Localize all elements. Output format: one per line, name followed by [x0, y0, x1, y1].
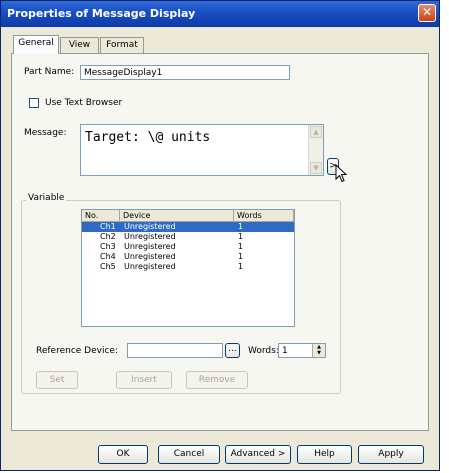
advanced-label: Advanced >	[230, 449, 286, 459]
spin-down-icon[interactable]: ▼	[312, 350, 325, 357]
tab-format-label: Format	[106, 40, 138, 50]
advanced-button[interactable]: Advanced >	[225, 445, 291, 464]
row-device: Unregistered	[124, 232, 176, 241]
set-button[interactable]: Set	[36, 371, 78, 389]
message-scrollbar[interactable]: ▲ ▼	[308, 125, 323, 175]
help-button[interactable]: Help	[297, 445, 352, 464]
table-row[interactable]: Ch1 Unregistered 1	[82, 222, 294, 232]
words-value: 1	[282, 346, 288, 356]
row-words: 1	[238, 242, 244, 251]
insert-label: Insert	[131, 375, 157, 385]
set-label: Set	[49, 375, 65, 385]
row-no: Ch4	[100, 252, 116, 261]
table-row[interactable]: Ch4 Unregistered 1	[82, 252, 294, 262]
apply-label: Apply	[378, 449, 404, 459]
browse-label: ...	[228, 344, 237, 354]
use-text-browser-checkbox[interactable]	[29, 98, 39, 108]
mouse-cursor-icon	[335, 164, 348, 183]
tab-format[interactable]: Format	[100, 37, 144, 53]
use-text-browser-label: Use Text Browser	[45, 98, 123, 108]
row-no: Ch5	[100, 262, 116, 271]
message-textarea[interactable]: Target: \@ units ▲ ▼	[80, 124, 324, 176]
table-row[interactable]: Ch3 Unregistered 1	[82, 242, 294, 252]
tab-panel-general: Part Name: MessageDisplay1 Use Text Brow…	[11, 53, 429, 431]
row-words: 1	[238, 232, 244, 241]
tab-general[interactable]: General	[13, 35, 59, 54]
ok-label: OK	[116, 449, 130, 459]
reference-device-input[interactable]	[127, 343, 223, 358]
variable-list[interactable]: No. Device Words Ch1 Unregistered 1 Ch2 …	[81, 209, 295, 327]
tab-view[interactable]: View	[60, 37, 99, 53]
part-name-input[interactable]: MessageDisplay1	[80, 65, 290, 80]
window-title: Properties of Message Display	[7, 7, 196, 20]
title-bar[interactable]: Properties of Message Display ✕	[1, 1, 439, 27]
browse-button[interactable]: ...	[225, 343, 240, 358]
column-header-device[interactable]: Device	[120, 210, 234, 222]
row-device: Unregistered	[124, 222, 176, 231]
table-row[interactable]: Ch2 Unregistered 1	[82, 232, 294, 242]
column-header-words[interactable]: Words	[234, 210, 294, 222]
row-words: 1	[238, 222, 244, 231]
close-button[interactable]: ✕	[418, 4, 436, 22]
tab-view-label: View	[68, 40, 91, 50]
close-icon: ✕	[421, 5, 433, 19]
remove-button[interactable]: Remove	[186, 371, 248, 389]
scroll-down-icon[interactable]: ▼	[310, 162, 322, 174]
part-name-value: MessageDisplay1	[84, 68, 163, 78]
row-device: Unregistered	[124, 252, 176, 261]
scroll-up-icon[interactable]: ▲	[310, 126, 322, 138]
words-label: Words:	[248, 346, 279, 356]
part-name-label: Part Name:	[24, 67, 75, 77]
row-words: 1	[238, 252, 244, 261]
cancel-button[interactable]: Cancel	[158, 445, 220, 464]
message-label: Message:	[24, 128, 67, 138]
message-value: Target: \@ units	[85, 130, 211, 145]
variable-group-label: Variable	[26, 193, 67, 203]
apply-button[interactable]: Apply	[358, 445, 424, 464]
row-words: 1	[238, 262, 244, 271]
reference-device-label: Reference Device:	[36, 346, 118, 356]
properties-dialog: Properties of Message Display ✕ General …	[0, 0, 440, 471]
column-header-no[interactable]: No.	[82, 210, 120, 222]
remove-label: Remove	[198, 375, 236, 385]
row-no: Ch3	[100, 242, 116, 251]
row-no: Ch2	[100, 232, 116, 241]
help-label: Help	[314, 449, 335, 459]
cancel-label: Cancel	[173, 449, 205, 459]
row-device: Unregistered	[124, 242, 176, 251]
words-stepper[interactable]: 1 ▲ ▼	[278, 343, 326, 358]
tab-general-label: General	[18, 38, 54, 48]
row-no: Ch1	[100, 222, 116, 231]
insert-button[interactable]: Insert	[116, 371, 172, 389]
table-row[interactable]: Ch5 Unregistered 1	[82, 262, 294, 272]
row-device: Unregistered	[124, 262, 176, 271]
ok-button[interactable]: OK	[98, 445, 148, 464]
